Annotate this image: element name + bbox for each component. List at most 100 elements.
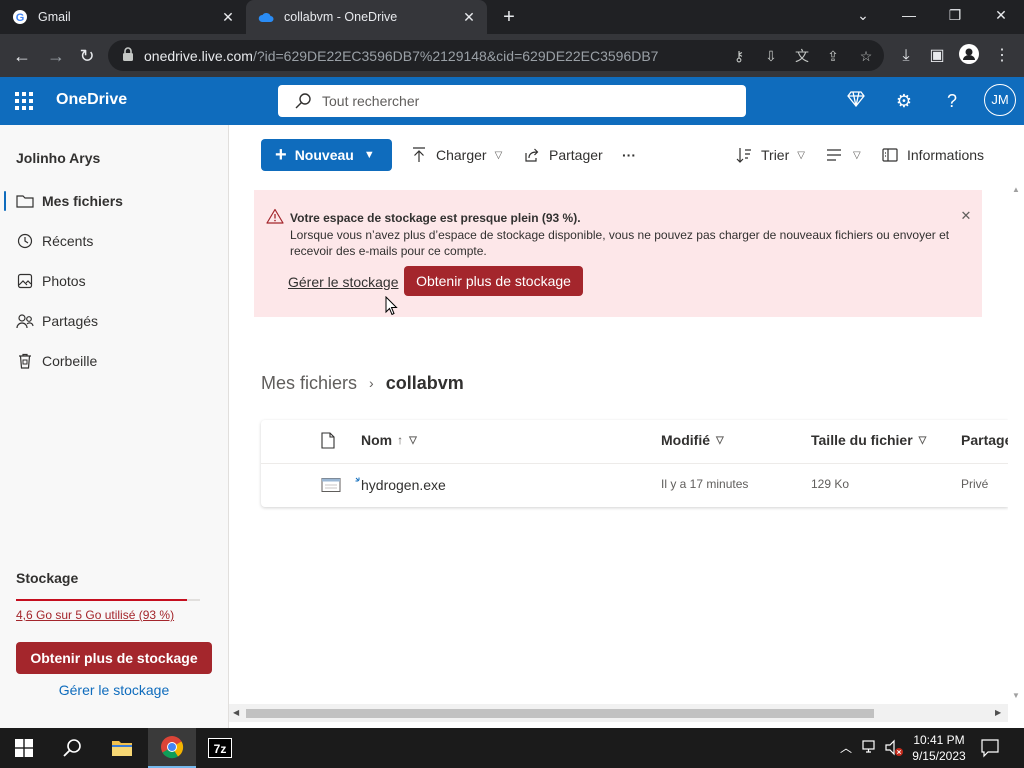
get-more-storage-button[interactable]: Obtenir plus de stockage	[16, 642, 212, 674]
minimize-icon[interactable]: —	[886, 0, 932, 30]
more-options-icon: ···	[622, 147, 636, 163]
new-tab-icon[interactable]: +	[498, 6, 520, 28]
translate-icon[interactable]: 文	[793, 47, 811, 65]
info-pane-button[interactable]: Informations	[881, 139, 984, 171]
close-tab-icon[interactable]: ✕	[220, 9, 236, 25]
sort-ascending-icon: ↑	[397, 433, 404, 447]
file-name-link[interactable]: hydrogen.exe	[361, 477, 446, 493]
download-icon[interactable]: ⤓	[894, 44, 918, 68]
file-modified: Il y a 17 minutes	[661, 477, 749, 491]
reload-icon[interactable]: ↻	[73, 42, 101, 70]
7zip-icon[interactable]: 7z	[196, 728, 244, 768]
column-header-modified[interactable]: Modifié ▽	[661, 432, 724, 448]
help-icon[interactable]: ?	[940, 89, 964, 113]
scroll-down-icon[interactable]: ▼	[1012, 691, 1020, 700]
file-explorer-icon[interactable]	[98, 728, 146, 768]
sidebar-item-label: Corbeille	[42, 353, 98, 369]
column-header-name[interactable]: Nom ↑ ▽	[361, 432, 417, 448]
notifications-icon[interactable]	[980, 738, 1000, 758]
forward-icon[interactable]: →	[42, 42, 70, 70]
breadcrumb-root[interactable]: Mes fichiers	[261, 373, 357, 394]
brand-title[interactable]: OneDrive	[56, 91, 127, 109]
sidebar-item-label: Mes fichiers	[42, 193, 123, 209]
tab-gmail[interactable]: G Gmail ✕	[0, 0, 246, 34]
column-size-label: Taille du fichier	[811, 432, 913, 448]
search-icon[interactable]	[48, 728, 96, 768]
system-clock[interactable]: 10:41 PM 9/15/2023	[908, 732, 970, 764]
column-header-sharing[interactable]: Partage	[961, 432, 1008, 448]
volume-muted-icon[interactable]	[884, 739, 906, 757]
close-banner-icon[interactable]: ✕	[958, 208, 974, 224]
sidebar-item-label: Partagés	[42, 313, 99, 329]
chrome-icon[interactable]	[148, 728, 196, 768]
list-view-icon	[825, 146, 843, 164]
sort-button[interactable]: Trier ▽	[735, 139, 805, 171]
chrome-menu-icon[interactable]: ⋮	[990, 44, 1014, 68]
column-header-size[interactable]: Taille du fichier ▽	[811, 432, 926, 448]
windows-taskbar: 7z ︿ 10:41 PM 9/15/2023	[0, 728, 1024, 768]
chevron-down-icon: ▽	[918, 434, 927, 446]
scroll-up-icon[interactable]: ▲	[1012, 185, 1020, 194]
chevron-down-icon: ▽	[494, 149, 503, 161]
close-tab-icon[interactable]: ✕	[461, 9, 477, 25]
side-panel-icon[interactable]: ▣	[925, 44, 949, 68]
close-window-icon[interactable]: ✕	[978, 0, 1024, 30]
banner-title: Votre espace de stockage est presque ple…	[290, 211, 581, 225]
share-page-icon[interactable]: ⇪	[824, 47, 842, 65]
settings-gear-icon[interactable]: ⚙	[892, 89, 916, 113]
start-icon[interactable]	[0, 728, 48, 768]
profile-icon[interactable]	[957, 44, 981, 68]
file-type-header-icon[interactable]	[321, 432, 337, 450]
sort-label: Trier	[761, 147, 790, 163]
column-sharing-label: Partage	[961, 432, 1008, 448]
scroll-left-icon[interactable]: ◀	[233, 708, 239, 717]
restore-icon[interactable]: ❐	[932, 0, 978, 30]
photo-icon	[16, 272, 34, 290]
scroll-right-icon[interactable]: ▶	[995, 708, 1001, 717]
search-input[interactable]: Tout rechercher	[278, 85, 746, 117]
people-icon	[16, 312, 34, 330]
exe-file-icon	[321, 477, 341, 493]
user-name: Jolinho Arys	[16, 150, 101, 166]
browser-tab-strip: G Gmail ✕ collabvm - OneDrive ✕ + ⌄ — ❐ …	[0, 0, 1024, 34]
horizontal-scrollbar[interactable]: ◀ ▶	[229, 704, 1008, 722]
new-button[interactable]: + Nouveau ▼	[261, 139, 392, 171]
view-options-button[interactable]: ▽	[825, 139, 861, 171]
storage-warning-banner: Votre espace de stockage est presque ple…	[254, 190, 982, 317]
upload-button[interactable]: Charger ▽	[410, 139, 502, 171]
banner-message: Lorsque vous n’avez plus d’espace de sto…	[290, 228, 950, 258]
sidebar-item-recent[interactable]: Récents	[0, 221, 228, 261]
sidebar-item-my-files[interactable]: Mes fichiers	[0, 181, 228, 221]
show-hidden-icons-icon[interactable]: ︿	[838, 739, 854, 755]
sidebar-item-recycle-bin[interactable]: Corbeille	[0, 341, 228, 381]
back-icon[interactable]: ←	[8, 42, 36, 70]
manage-storage-link[interactable]: Gérer le stockage	[288, 274, 399, 290]
sidebar-item-shared[interactable]: Partagés	[0, 301, 228, 341]
chevron-down-icon: ▼	[363, 149, 375, 161]
premium-diamond-icon[interactable]	[844, 89, 868, 113]
tab-search-icon[interactable]: ⌄	[840, 0, 886, 30]
trash-icon	[16, 352, 34, 370]
manage-storage-link[interactable]: Gérer le stockage	[16, 682, 212, 698]
horizontal-scroll-thumb[interactable]	[246, 709, 874, 718]
share-button[interactable]: Partager	[523, 139, 603, 171]
vertical-scrollbar[interactable]: ▲ ▼	[1008, 185, 1024, 728]
app-launcher-icon[interactable]	[14, 91, 34, 111]
sidebar-item-photos[interactable]: Photos	[0, 261, 228, 301]
avatar[interactable]: JM	[984, 84, 1016, 116]
network-icon[interactable]	[862, 739, 880, 757]
key-icon[interactable]: ⚷	[730, 47, 748, 65]
get-more-storage-button[interactable]: Obtenir plus de stockage	[404, 266, 583, 296]
tab-title: collabvm - OneDrive	[284, 10, 398, 24]
breadcrumb: Mes fichiers › collabvm	[261, 370, 464, 396]
tab-onedrive[interactable]: collabvm - OneDrive ✕	[246, 0, 487, 34]
new-button-label: Nouveau	[294, 147, 354, 163]
bookmark-star-icon[interactable]: ☆	[857, 47, 875, 65]
more-options-button[interactable]: ···	[622, 139, 636, 171]
chevron-down-icon: ▽	[797, 149, 805, 161]
install-app-icon[interactable]: ⇩	[762, 47, 780, 65]
share-label: Partager	[549, 147, 603, 163]
address-bar[interactable]: onedrive.live.com/?id=629DE22EC3596DB7%2…	[108, 40, 884, 71]
file-size: 129 Ko	[811, 477, 850, 491]
storage-used-link[interactable]: 4,6 Go sur 5 Go utilisé (93 %)	[16, 608, 174, 622]
